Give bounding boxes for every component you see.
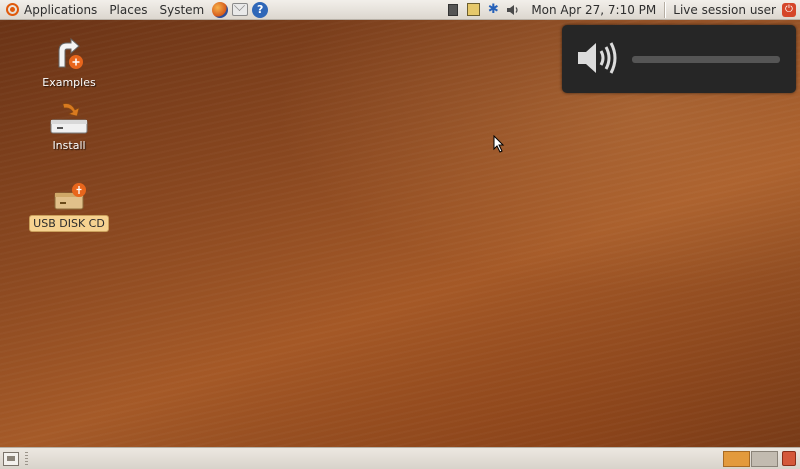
desktop-icon-install[interactable]: Install xyxy=(29,102,109,153)
update-icon[interactable] xyxy=(466,3,480,17)
user-menu[interactable]: Live session user xyxy=(665,3,782,17)
places-menu[interactable]: Places xyxy=(103,0,153,20)
workspace-switcher xyxy=(723,450,778,467)
volume-icon[interactable] xyxy=(506,3,520,17)
mail-icon[interactable] xyxy=(232,3,249,16)
speaker-icon xyxy=(578,42,617,74)
workspace-1[interactable] xyxy=(723,450,750,467)
desktop-icon-label: Examples xyxy=(42,76,96,89)
network-icon[interactable] xyxy=(446,3,460,17)
mouse-pointer-icon xyxy=(493,135,505,153)
system-menu[interactable]: System xyxy=(153,0,210,20)
top-panel: Applications Places System ? ✱ Mon Apr 2… xyxy=(0,0,800,20)
volume-level-bar xyxy=(632,56,780,63)
desktop-icon-label: USB DISK CD xyxy=(29,215,109,232)
trash-icon[interactable] xyxy=(782,451,796,466)
desktop-icon-examples[interactable]: Examples xyxy=(29,37,109,90)
ubuntu-logo-icon xyxy=(6,3,19,16)
main-menu: Applications Places System ? xyxy=(0,0,270,20)
applications-menu[interactable]: Applications xyxy=(0,0,103,20)
panel-handle[interactable] xyxy=(25,451,28,466)
help-icon[interactable]: ? xyxy=(252,1,269,18)
usb-disk-icon xyxy=(54,183,86,210)
applications-menu-label: Applications xyxy=(24,2,98,17)
show-desktop-icon[interactable] xyxy=(3,451,19,466)
desktop-icon-label: Install xyxy=(52,139,86,152)
desktop-icon-usb-disk-cd[interactable]: USB DISK CD xyxy=(29,181,109,232)
power-icon[interactable]: ⏻ xyxy=(782,2,796,17)
install-icon xyxy=(50,103,88,134)
volume-osd xyxy=(562,25,796,93)
firefox-icon[interactable] xyxy=(212,1,229,18)
bottom-panel xyxy=(0,447,800,469)
clock[interactable]: Mon Apr 27, 7:10 PM xyxy=(523,3,664,17)
workspace-2[interactable] xyxy=(751,450,778,467)
examples-icon xyxy=(58,37,83,69)
bluetooth-icon[interactable]: ✱ xyxy=(486,2,500,17)
system-tray: ✱ Mon Apr 27, 7:10 PM Live session user … xyxy=(443,0,800,20)
